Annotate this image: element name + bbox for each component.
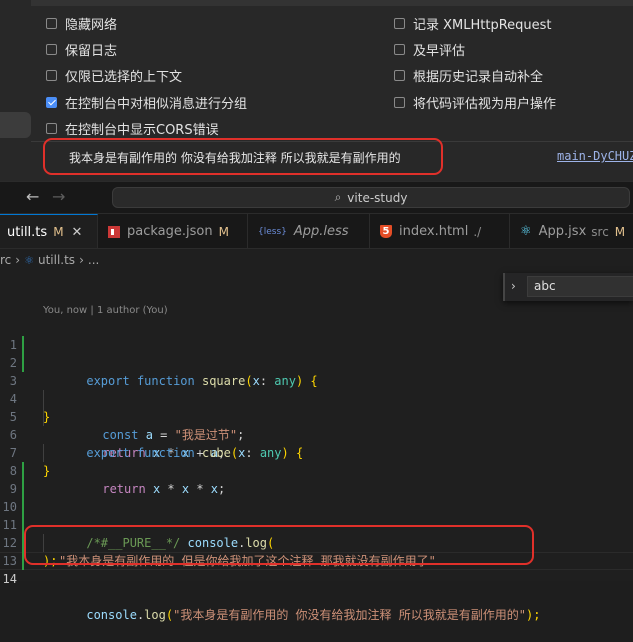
tab-path-hint: ./ <box>473 224 482 239</box>
checkbox[interactable] <box>394 69 405 81</box>
option-label: 隐藏网络 <box>65 17 118 33</box>
code-line: 3 return x * x + a; <box>0 354 633 460</box>
code-line: 10 "我本身是有副作用的 但是你给我加了这个注释 那我就没有副作用了" <box>0 480 633 568</box>
punct: . <box>136 608 145 622</box>
option-preserve-log[interactable]: 保留日志 <box>46 39 117 59</box>
checkbox[interactable] <box>46 69 57 81</box>
breadcrumb-file[interactable]: utill.ts <box>38 253 75 267</box>
code-line: 6 return x * x * x; <box>0 408 633 496</box>
find-input[interactable]: abc <box>527 276 633 297</box>
tab-utill-ts[interactable]: utill.ts M ✕ <box>0 214 98 248</box>
option-selected-context-only[interactable]: 仅限已选择的上下文 <box>46 65 182 85</box>
option-label: 在控制台中显示CORS错误 <box>65 122 219 138</box>
git-modified-marker <box>22 354 24 372</box>
react-icon: ⚛ <box>24 253 34 267</box>
code-line: 7 } <box>0 426 633 478</box>
checkbox-checked[interactable] <box>46 96 57 108</box>
option-show-cors-errors[interactable]: 在控制台中显示CORS错误 <box>46 118 219 138</box>
react-icon: ⚛ <box>520 224 532 239</box>
code-line: 5 export function cube(x: any) { <box>0 390 633 460</box>
devtools-sidebar <box>0 0 31 181</box>
tab-modified-badge: M <box>53 225 64 239</box>
workspace-name: vite-study <box>347 190 408 205</box>
paren: ); <box>526 608 541 622</box>
option-group-similar[interactable]: 在控制台中对相似消息进行分组 <box>46 92 247 112</box>
git-modified-marker <box>22 336 24 354</box>
git-modified-marker <box>22 498 24 516</box>
code-line: 11 ); <box>0 498 633 568</box>
option-treat-eval-as-user-action[interactable]: 将代码评估视为用户操作 <box>394 92 556 112</box>
function-name: log <box>144 608 166 622</box>
tab-index-html[interactable]: 5 index.html ./ <box>370 214 510 248</box>
close-icon[interactable]: ✕ <box>72 225 83 240</box>
option-label: 将代码评估视为用户操作 <box>413 96 557 112</box>
code-line: 1 export function square(x: any) { <box>0 318 633 388</box>
checkbox[interactable] <box>46 122 57 134</box>
option-label: 记录 XMLHttpRequest <box>413 17 552 33</box>
tab-app-jsx[interactable]: ⚛ App.jsx src M <box>510 214 633 248</box>
devtools-console-settings: 隐藏网络 保留日志 仅限已选择的上下文 在控制台中对相似消息进行分组 在控制台中… <box>0 0 633 181</box>
option-label: 在控制台中对相似消息进行分组 <box>65 96 248 112</box>
option-label: 根据历史记录自动补全 <box>413 69 544 85</box>
line-number: 14 <box>2 572 17 586</box>
tab-modified-badge: M <box>218 224 229 239</box>
tab-label: App.jsx <box>538 224 587 239</box>
code-line: 2 const a = "我是过节"; <box>0 336 633 442</box>
find-widget: › abc <box>503 273 633 301</box>
tab-modified-badge: M <box>614 224 626 239</box>
breadcrumb: rc › ⚛ utill.ts › ... <box>0 249 633 271</box>
breadcrumb-symbol[interactable]: ... <box>88 253 99 267</box>
tab-label: index.html <box>399 224 469 239</box>
editor-tabs: utill.ts M ✕ package.json M {less} App.l… <box>0 214 633 249</box>
checkbox[interactable] <box>394 43 405 55</box>
less-icon: {less} <box>258 226 287 237</box>
checkbox[interactable] <box>394 17 405 29</box>
option-eager-evaluation[interactable]: 及早评估 <box>394 39 465 59</box>
code-line: 4 } <box>0 372 633 424</box>
breadcrumb-folder[interactable]: rc <box>0 253 11 267</box>
code-line: 8 <box>0 444 633 478</box>
highlight-annotation-console <box>43 138 443 175</box>
arrow-left-icon[interactable]: ← <box>26 187 39 206</box>
tab-label: App.less <box>293 224 349 239</box>
git-modified-marker <box>22 480 24 498</box>
string: "我本身是有副作用的 你没有给我加注释 所以我就是有副作用的" <box>173 608 526 622</box>
tab-app-less[interactable]: {less} App.less <box>248 214 370 248</box>
code-line: 9 /*#__PURE__*/ console.log( <box>0 462 633 550</box>
tab-package-json[interactable]: package.json M <box>98 214 248 248</box>
devtools-top-strip <box>31 0 633 6</box>
html5-icon: 5 <box>380 225 392 238</box>
arrow-right-icon[interactable]: → <box>52 187 65 206</box>
option-label: 及早评估 <box>413 43 466 59</box>
npm-icon <box>108 225 120 238</box>
tab-label: utill.ts <box>7 224 48 240</box>
code-editor[interactable]: You, now | 1 author (You) 1 export funct… <box>0 271 633 622</box>
editor-titlebar: ← → ⌕ vite-study <box>0 181 633 214</box>
option-autocomplete-history[interactable]: 根据历史记录自动补全 <box>394 65 543 85</box>
search-icon: ⌕ <box>334 190 342 204</box>
checkbox[interactable] <box>46 43 57 55</box>
tab-path-hint: src <box>591 224 609 239</box>
sidebar-selected-item[interactable] <box>0 112 31 138</box>
checkbox[interactable] <box>46 17 57 29</box>
tab-label: package.json <box>127 224 213 239</box>
command-center-search[interactable]: ⌕ vite-study <box>112 187 630 208</box>
option-hide-network[interactable]: 隐藏网络 <box>46 13 117 33</box>
highlight-annotation-code <box>24 525 534 565</box>
codelens-blame[interactable]: You, now | 1 author (You) <box>43 305 168 316</box>
console-source-link[interactable]: main-DyCHUZ <box>557 149 633 163</box>
chevron-right-icon: › <box>79 253 84 267</box>
variable: console <box>86 608 137 622</box>
option-label: 保留日志 <box>65 43 118 59</box>
chevron-right-icon: › <box>15 253 21 267</box>
option-label: 仅限已选择的上下文 <box>65 69 183 85</box>
git-modified-marker <box>22 462 24 480</box>
option-log-xhr[interactable]: 记录 XMLHttpRequest <box>394 13 552 33</box>
paren: ( <box>165 608 174 622</box>
chevron-right-icon[interactable]: › <box>511 279 516 293</box>
checkbox[interactable] <box>394 96 405 108</box>
